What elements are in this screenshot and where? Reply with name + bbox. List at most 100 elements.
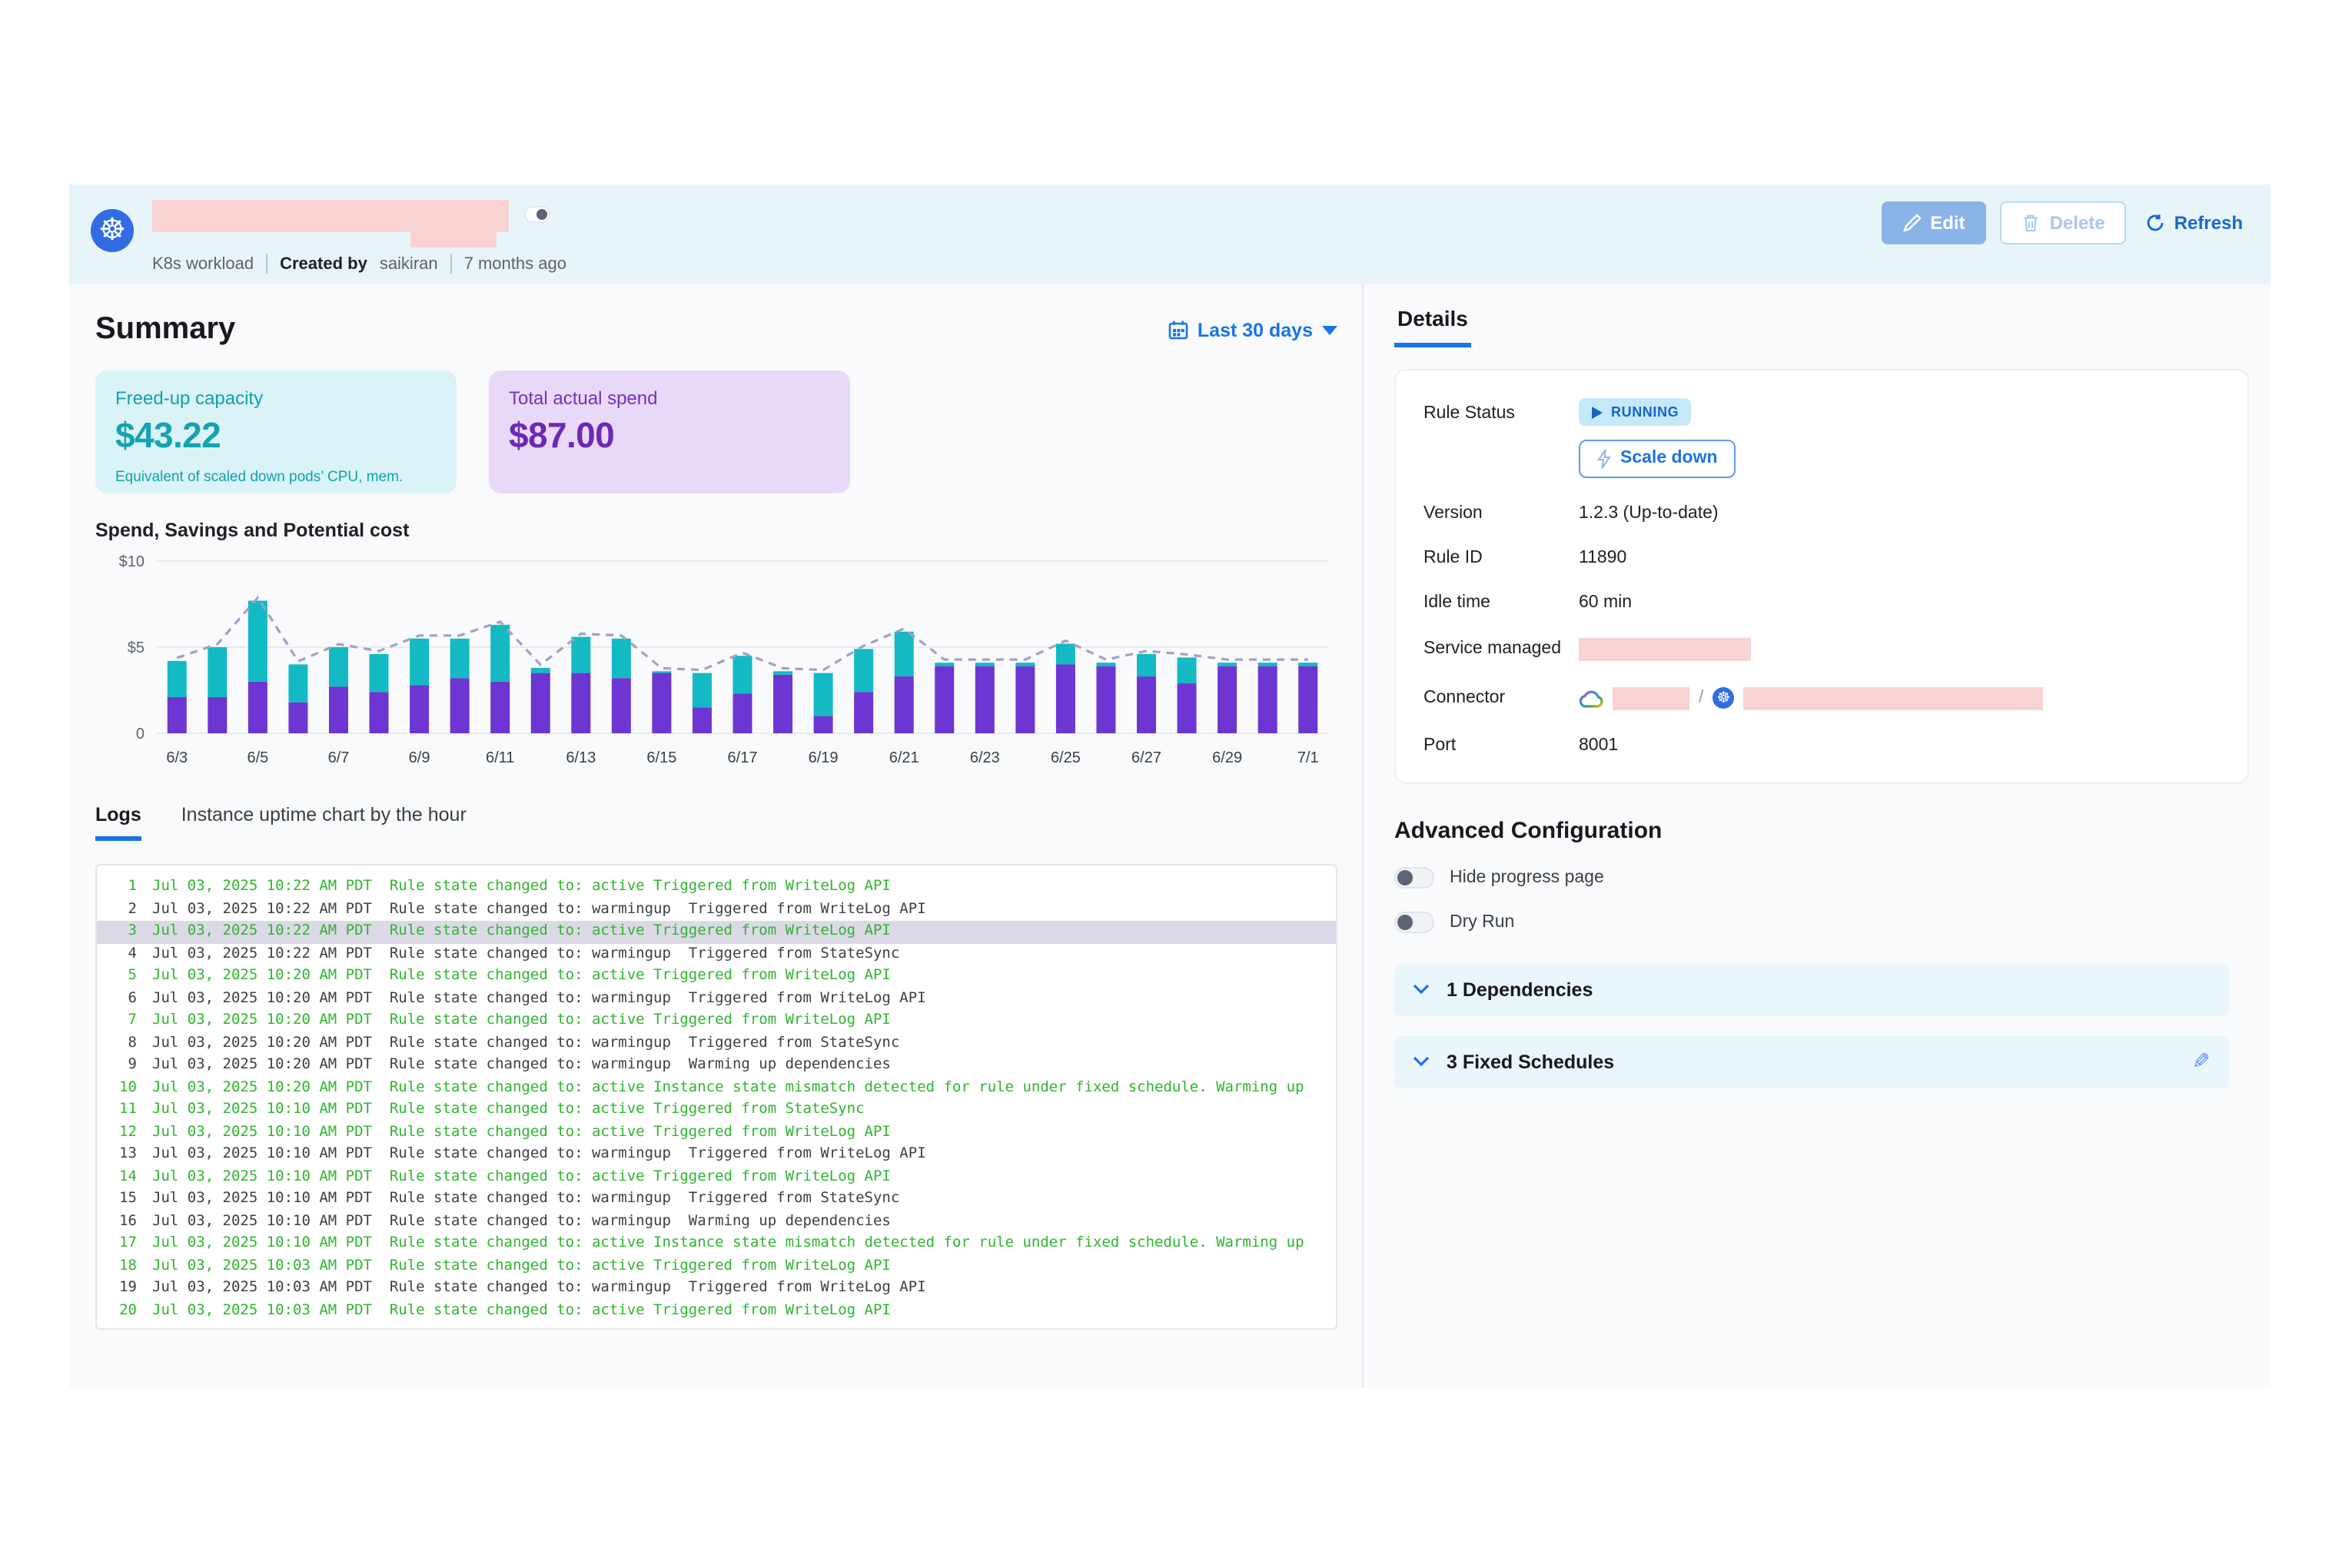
bar-spend — [1056, 664, 1075, 733]
created-by-user: saikiran — [380, 254, 438, 273]
created-by-label: Created by — [280, 254, 367, 273]
bar-spend — [1178, 683, 1197, 733]
log-message: Jul 03, 2025 10:22 AM PDT Rule state cha… — [137, 921, 891, 943]
tab-instance-uptime[interactable]: Instance uptime chart by the hour — [181, 804, 467, 841]
log-row[interactable]: 13Jul 03, 2025 10:10 AM PDT Rule state c… — [97, 1144, 1336, 1166]
log-row[interactable]: 15Jul 03, 2025 10:10 AM PDT Rule state c… — [97, 1188, 1336, 1211]
log-line-number: 20 — [97, 1300, 137, 1322]
log-line-number: 4 — [97, 943, 137, 965]
refresh-button[interactable]: Refresh — [2141, 203, 2249, 243]
log-row[interactable]: 12Jul 03, 2025 10:10 AM PDT Rule state c… — [97, 1121, 1336, 1144]
summary-title: Summary — [95, 312, 235, 347]
tab-logs[interactable]: Logs — [95, 804, 141, 841]
log-message: Jul 03, 2025 10:10 AM PDT Rule state cha… — [137, 1121, 891, 1144]
y-tick-label: $10 — [119, 553, 145, 570]
card-value: $43.22 — [115, 415, 437, 457]
dependencies-expander[interactable]: 1 Dependencies — [1394, 963, 2229, 1015]
bar-savings — [208, 647, 227, 697]
dry-run-label: Dry Run — [1450, 912, 1514, 931]
bar-savings — [571, 637, 590, 673]
bar-savings — [1218, 663, 1237, 666]
bar-spend — [1218, 666, 1237, 733]
bar-spend — [1137, 676, 1156, 733]
log-row[interactable]: 10Jul 03, 2025 10:20 AM PDT Rule state c… — [97, 1077, 1336, 1099]
log-row[interactable]: 7Jul 03, 2025 10:20 AM PDT Rule state ch… — [97, 1010, 1336, 1032]
kubernetes-icon: ☸ — [1713, 687, 1734, 709]
bar-savings — [814, 673, 833, 716]
x-tick-label: 6/11 — [486, 749, 514, 766]
title-toggle[interactable] — [524, 206, 550, 223]
connector-cluster-redacted — [1743, 686, 2043, 709]
fixed-schedules-expander[interactable]: 3 Fixed Schedules ✎ — [1394, 1035, 2229, 1088]
bar-savings — [490, 625, 510, 682]
log-row[interactable]: 3Jul 03, 2025 10:22 AM PDT Rule state ch… — [97, 921, 1336, 943]
idle-time-value: 60 min — [1579, 593, 1632, 611]
log-message: Jul 03, 2025 10:20 AM PDT Rule state cha… — [137, 1077, 1304, 1099]
log-message: Jul 03, 2025 10:03 AM PDT Rule state cha… — [137, 1277, 926, 1300]
edit-button[interactable]: Edit — [1881, 201, 1986, 244]
log-message: Jul 03, 2025 10:10 AM PDT Rule state cha… — [137, 1233, 1304, 1255]
left-tabs: Logs Instance uptime chart by the hour — [95, 804, 1337, 841]
x-tick-label: 6/21 — [889, 749, 919, 766]
card-label: Freed-up capacity — [115, 387, 437, 409]
bar-spend — [1298, 666, 1317, 733]
hide-progress-toggle[interactable] — [1394, 866, 1434, 888]
log-line-number: 12 — [97, 1121, 137, 1144]
details-card: Rule Status RUNNING Scale down — [1394, 369, 2249, 783]
details-pane: Details Rule Status RUNNING — [1362, 284, 2271, 1388]
log-list[interactable]: 1Jul 03, 2025 10:22 AM PDT Rule state ch… — [95, 864, 1337, 1330]
log-row[interactable]: 8Jul 03, 2025 10:20 AM PDT Rule state ch… — [97, 1032, 1336, 1055]
log-row[interactable]: 11Jul 03, 2025 10:10 AM PDT Rule state c… — [97, 1099, 1336, 1121]
bar-savings — [895, 632, 914, 676]
summary-pane: Summary Last 30 days — [69, 284, 1362, 1388]
bar-savings — [1258, 663, 1277, 666]
bar-spend — [935, 666, 954, 733]
log-line-number: 15 — [97, 1188, 137, 1211]
log-row[interactable]: 6Jul 03, 2025 10:20 AM PDT Rule state ch… — [97, 988, 1336, 1010]
log-row[interactable]: 14Jul 03, 2025 10:10 AM PDT Rule state c… — [97, 1166, 1336, 1188]
log-row[interactable]: 19Jul 03, 2025 10:03 AM PDT Rule state c… — [97, 1277, 1336, 1300]
bar-spend — [1096, 666, 1115, 733]
workload-detail-page: ☸ K8s workload Created by saikiran — [69, 184, 2271, 1388]
log-row[interactable]: 9Jul 03, 2025 10:20 AM PDT Rule state ch… — [97, 1055, 1336, 1077]
date-range-picker[interactable]: Last 30 days — [1168, 319, 1337, 341]
bar-savings — [288, 664, 307, 702]
log-row[interactable]: 20Jul 03, 2025 10:03 AM PDT Rule state c… — [97, 1300, 1336, 1322]
bar-savings — [410, 639, 429, 685]
bar-savings — [612, 639, 631, 679]
bar-savings — [1137, 654, 1156, 676]
tab-details[interactable]: Details — [1394, 306, 1471, 347]
bar-spend — [733, 693, 752, 733]
log-row[interactable]: 18Jul 03, 2025 10:03 AM PDT Rule state c… — [97, 1255, 1336, 1277]
card-caption: Equivalent of scaled down pods’ CPU, mem… — [115, 469, 437, 486]
log-line-number: 17 — [97, 1233, 137, 1255]
delete-button[interactable]: Delete — [2001, 201, 2127, 244]
log-line-number: 11 — [97, 1099, 137, 1121]
divider — [450, 254, 452, 274]
trash-icon — [2022, 214, 2041, 232]
scale-down-button[interactable]: Scale down — [1579, 439, 1736, 477]
rule-status-label: Rule Status — [1423, 404, 1579, 423]
log-line-number: 10 — [97, 1077, 137, 1099]
dry-run-toggle[interactable] — [1394, 911, 1434, 932]
log-message: Jul 03, 2025 10:22 AM PDT Rule state cha… — [137, 943, 899, 965]
edit-schedules-icon[interactable]: ✎ — [2193, 1048, 2211, 1075]
x-tick-label: 6/3 — [166, 749, 188, 766]
toggle-knob — [1397, 869, 1413, 885]
log-row[interactable]: 2Jul 03, 2025 10:22 AM PDT Rule state ch… — [97, 899, 1336, 921]
bar-savings — [450, 639, 470, 679]
log-row[interactable]: 16Jul 03, 2025 10:10 AM PDT Rule state c… — [97, 1211, 1336, 1233]
log-row[interactable]: 5Jul 03, 2025 10:20 AM PDT Rule state ch… — [97, 965, 1336, 988]
log-message: Jul 03, 2025 10:20 AM PDT Rule state cha… — [137, 988, 926, 1010]
log-row[interactable]: 4Jul 03, 2025 10:22 AM PDT Rule state ch… — [97, 943, 1336, 965]
log-message: Jul 03, 2025 10:20 AM PDT Rule state cha… — [137, 1010, 891, 1032]
log-line-number: 13 — [97, 1144, 137, 1166]
log-row[interactable]: 1Jul 03, 2025 10:22 AM PDT Rule state ch… — [97, 876, 1336, 899]
x-tick-label: 6/29 — [1212, 749, 1242, 766]
bar-spend — [168, 697, 187, 733]
chevron-down-icon — [1413, 984, 1430, 995]
log-row[interactable]: 17Jul 03, 2025 10:10 AM PDT Rule state c… — [97, 1233, 1336, 1255]
workload-type-label: K8s workload — [152, 254, 254, 273]
lightning-icon — [1597, 448, 1611, 468]
bar-spend — [895, 676, 914, 733]
